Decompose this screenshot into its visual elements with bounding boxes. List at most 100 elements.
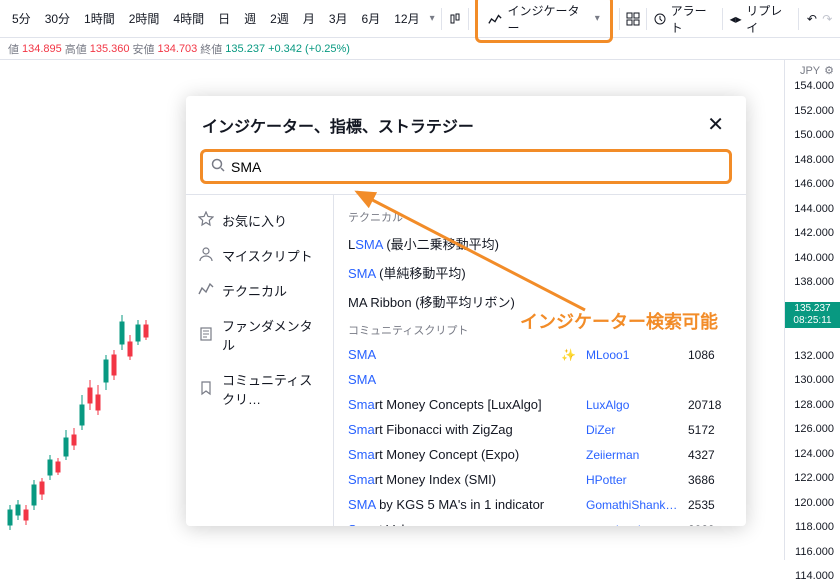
category-bookmark[interactable]: コミュニティスクリ… <box>186 362 333 416</box>
grid-icon[interactable] <box>626 12 640 26</box>
results-list[interactable]: テクニカル LSMA (最小二乗移動平均) SMA (単純移動平均) MA Ribbo… <box>334 195 746 526</box>
price-tick: 132.000 <box>794 350 834 362</box>
separator <box>646 8 647 30</box>
result-name: SMA <box>348 347 551 362</box>
price-tick: 120.000 <box>794 497 834 509</box>
close-icon[interactable]: ✕ <box>701 110 730 139</box>
currency-label[interactable]: JPY ⚙ <box>800 64 834 77</box>
chevron-down-icon[interactable]: ▾ <box>430 13 435 24</box>
price-tick: 130.000 <box>794 374 834 386</box>
low-label: 安値 <box>133 41 155 57</box>
result-item[interactable]: Smart Volume apozdnyakov 2029 <box>334 517 746 526</box>
section-header: テクニカル <box>334 203 746 229</box>
result-author: DiZer <box>586 423 678 437</box>
result-name: Smart Fibonacci with ZigZag <box>348 422 576 437</box>
result-count: 5172 <box>688 423 732 437</box>
gear-icon[interactable]: ⚙ <box>824 64 834 77</box>
current-price-badge: 135.237 08:25:11 <box>785 302 840 328</box>
indicator-modal: インジケーター、指標、ストラテジー ✕ お気に入りマイスクリプトテクニカルファン… <box>186 96 746 526</box>
result-item[interactable]: SMA (単純移動平均) <box>334 258 746 287</box>
interval-1h[interactable]: 1時間 <box>78 6 121 31</box>
price-tick: 154.000 <box>794 80 834 92</box>
result-item[interactable]: Smart Money Concept (Expo)Zeiierman4327 <box>334 442 746 467</box>
result-name: SMA (単純移動平均) <box>348 263 732 282</box>
star-icon <box>198 211 214 230</box>
category-label: コミュニティスクリ… <box>222 370 321 408</box>
price-axis[interactable]: JPY ⚙ 154.000152.000150.000148.000146.00… <box>784 60 840 560</box>
interval-1d[interactable]: 日 <box>212 6 236 31</box>
result-count: 2535 <box>688 498 732 512</box>
replay-label: リプレイ <box>746 2 792 36</box>
interval-5m[interactable]: 5分 <box>6 6 37 31</box>
result-name: LSMA (最小二乗移動平均) <box>348 234 732 253</box>
price-tick: 124.000 <box>794 448 834 460</box>
price-tick: 118.000 <box>795 521 834 533</box>
result-name: SMA by KGS 5 MA's in 1 indicator <box>348 497 576 512</box>
low-value: 134.703 <box>158 43 198 55</box>
search-input[interactable] <box>231 159 721 175</box>
interval-4h[interactable]: 4時間 <box>167 6 210 31</box>
result-item[interactable]: Smart Money Index (SMI)HPotter3686 <box>334 467 746 492</box>
undo-icon[interactable]: ↶ <box>805 12 818 26</box>
chevron-down-icon: ▾ <box>595 13 600 24</box>
result-name: Smart Money Index (SMI) <box>348 472 576 487</box>
result-author: LuxAlgo <box>586 398 678 412</box>
price-tick: 140.000 <box>794 252 834 264</box>
result-item[interactable]: LSMA (最小二乗移動平均) <box>334 229 746 258</box>
alert-button[interactable]: アラート <box>653 2 716 36</box>
section-header: コミュニティスクリプト <box>334 316 746 342</box>
interval-1m[interactable]: 月 <box>297 6 321 31</box>
result-author: Zeiierman <box>586 448 678 462</box>
price-tick: 150.000 <box>794 129 834 141</box>
close-value: 135.237 <box>225 43 265 55</box>
category-doc[interactable]: ファンダメンタル <box>186 308 333 362</box>
price-tick: 144.000 <box>794 203 834 215</box>
separator <box>798 8 799 30</box>
separator <box>468 8 469 30</box>
interval-6m[interactable]: 6月 <box>356 6 387 31</box>
result-item[interactable]: SMA <box>334 367 746 392</box>
open-value: 134.895 <box>22 43 62 55</box>
replay-icon: ◂▸ <box>729 12 742 26</box>
result-name: Smart Money Concept (Expo) <box>348 447 576 462</box>
result-item[interactable]: Smart Money Concepts [LuxAlgo]LuxAlgo207… <box>334 392 746 417</box>
interval-12m[interactable]: 12月 <box>388 6 425 31</box>
bars-icon <box>198 281 214 300</box>
result-name: Smart Volume <box>348 522 576 526</box>
result-author: MLooo1 <box>586 348 678 362</box>
result-count: 2029 <box>688 523 732 527</box>
result-item[interactable]: MA Ribbon (移動平均リボン) <box>334 287 746 316</box>
price-tick: 116.000 <box>795 546 834 558</box>
category-user[interactable]: マイスクリプト <box>186 238 333 273</box>
separator <box>722 8 723 30</box>
result-item[interactable]: SMA by KGS 5 MA's in 1 indicator GomathiS… <box>334 492 746 517</box>
separator <box>441 8 442 30</box>
result-item[interactable]: SMA✨MLooo11086 <box>334 342 746 367</box>
price-tick: 126.000 <box>794 423 834 435</box>
candlestick-icon[interactable] <box>448 12 462 26</box>
indicator-button[interactable]: インジケーター ▾ <box>475 0 613 43</box>
result-author: apozdnyakov <box>586 523 678 527</box>
result-count: 20718 <box>688 398 732 412</box>
price-tick: 142.000 <box>794 227 834 239</box>
interval-3m[interactable]: 3月 <box>323 6 354 31</box>
category-star[interactable]: お気に入り <box>186 203 333 238</box>
category-label: ファンダメンタル <box>222 316 321 354</box>
result-item[interactable]: Smart Fibonacci with ZigZag DiZer 5172 <box>334 417 746 442</box>
interval-30m[interactable]: 30分 <box>39 6 76 31</box>
close-label: 終値 <box>200 41 222 57</box>
price-tick: 146.000 <box>794 178 834 190</box>
replay-button[interactable]: ◂▸ リプレイ <box>729 2 792 36</box>
result-author: GomathiShank… <box>586 498 678 512</box>
result-count: 3686 <box>688 473 732 487</box>
interval-2h[interactable]: 2時間 <box>123 6 166 31</box>
search-wrap[interactable] <box>200 149 732 184</box>
price-tick: 128.000 <box>794 399 834 411</box>
editors-pick-icon: ✨ <box>561 348 576 362</box>
interval-1w[interactable]: 週 <box>238 6 262 31</box>
redo-icon[interactable]: ↷ <box>821 12 834 26</box>
price-tick: 138.000 <box>794 276 834 288</box>
alert-icon <box>653 12 667 26</box>
category-bars[interactable]: テクニカル <box>186 273 333 308</box>
interval-2w[interactable]: 2週 <box>264 6 295 31</box>
